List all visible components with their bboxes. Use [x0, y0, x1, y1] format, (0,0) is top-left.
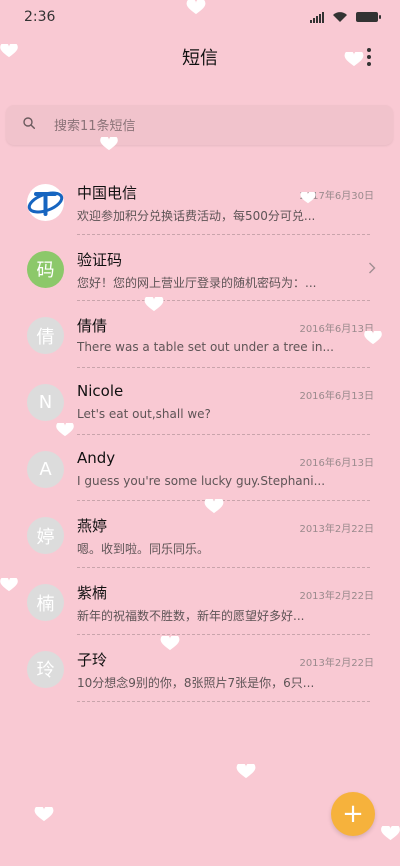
battery-icon: [356, 12, 381, 22]
conversation-date: 2016年6月13日: [299, 324, 374, 336]
avatar: 码: [27, 250, 64, 288]
heart-icon: [364, 331, 382, 345]
search-bar[interactable]: [6, 105, 393, 147]
conversation-item-qianqian[interactable]: 倩 倩倩 2016年6月13日 There was a table set ou…: [0, 301, 400, 369]
new-message-button[interactable]: +: [331, 792, 375, 836]
avatar: 倩: [27, 317, 64, 355]
conversation-preview: 嗯。收到啦。同乐同乐。: [77, 542, 210, 557]
wifi-icon: [333, 12, 347, 22]
conversation-preview: Let's eat out,shall we?: [77, 407, 211, 422]
heart-icon: [0, 44, 18, 58]
conversation-name: Andy: [77, 448, 116, 467]
conversation-item-china-telecom[interactable]: 中国电信 2017年6月30日 欢迎参加积分兑换话费活动，每500分可兑...: [0, 168, 400, 235]
heart-icon: [34, 807, 54, 822]
heart-icon: [144, 297, 164, 312]
conversation-name: 子玲: [77, 650, 108, 669]
conversation-name: Nicole: [77, 382, 124, 401]
conversation-preview: There was a table set out under a tree i…: [77, 340, 334, 355]
heart-icon: [56, 423, 74, 437]
more-vert-icon[interactable]: [366, 48, 372, 66]
page-title: 短信: [182, 48, 218, 69]
heart-icon: [204, 499, 224, 514]
plus-icon: +: [342, 799, 364, 829]
conversation-preview: 欢迎参加积分兑换话费活动，每500分可兑...: [77, 209, 316, 223]
signal-icon: [310, 11, 324, 23]
avatar: 楠: [27, 584, 64, 622]
status-icons: [310, 11, 381, 23]
heart-icon: [100, 137, 118, 151]
conversation-item-ziling[interactable]: 玲 子玲 2013年2月22日 10分想念9别的你，8张照片7张是你，6只...: [0, 635, 400, 702]
conversation-item-andy[interactable]: A Andy 2016年6月13日 I guess you're some lu…: [0, 435, 400, 502]
conversation-item-yanting[interactable]: 婷 燕婷 2013年2月22日 嗯。收到啦。同乐同乐。: [0, 501, 400, 569]
chevron-right-icon: [369, 262, 376, 274]
heart-icon: [0, 578, 18, 592]
conversation-date: 2013年2月22日: [299, 591, 374, 603]
heart-icon: [160, 636, 180, 651]
heart-icon: [186, 0, 206, 15]
conversation-preview: 您好！您的网上营业厅登录的随机密码为：...: [77, 275, 317, 290]
conversation-name: 倩倩: [77, 317, 108, 336]
conversation-date: 2016年6月13日: [299, 457, 374, 469]
heart-icon: [344, 52, 364, 67]
heart-icon: [381, 826, 400, 841]
app-header: 短信: [0, 40, 400, 76]
conversation-name: 验证码: [77, 250, 123, 269]
divider: [77, 700, 370, 702]
search-icon: [23, 117, 35, 129]
conversation-preview: 新年的祝福数不胜数，新年的愿望好多好...: [77, 609, 305, 624]
heart-icon: [300, 192, 316, 204]
conversation-date: 2016年6月13日: [299, 391, 374, 403]
avatar: 玲: [27, 650, 64, 688]
conversation-preview: I guess you're some lucky guy.Stephani..…: [77, 473, 326, 488]
conversation-preview: 10分想念9别的你，8张照片7张是你，6只...: [77, 675, 315, 690]
conversation-name: 燕婷: [77, 517, 108, 536]
conversation-item-zinan[interactable]: 楠 紫楠 2013年2月22日 新年的祝福数不胜数，新年的愿望好多好...: [0, 568, 400, 635]
conversation-name: 中国电信: [77, 184, 138, 202]
conversation-name: 紫楠: [77, 584, 108, 603]
conversation-date: 2013年2月22日: [299, 524, 374, 536]
avatar: N: [27, 384, 64, 422]
avatar: 婷: [27, 517, 64, 555]
heart-icon: [236, 764, 256, 779]
status-time: 2:36: [24, 9, 56, 25]
conversation-date: 2013年2月22日: [299, 657, 374, 669]
china-telecom-logo: [27, 184, 64, 221]
conversation-item-verify-code[interactable]: 码 验证码 您好！您的网上营业厅登录的随机密码为：...: [0, 235, 400, 302]
avatar: A: [27, 450, 64, 488]
